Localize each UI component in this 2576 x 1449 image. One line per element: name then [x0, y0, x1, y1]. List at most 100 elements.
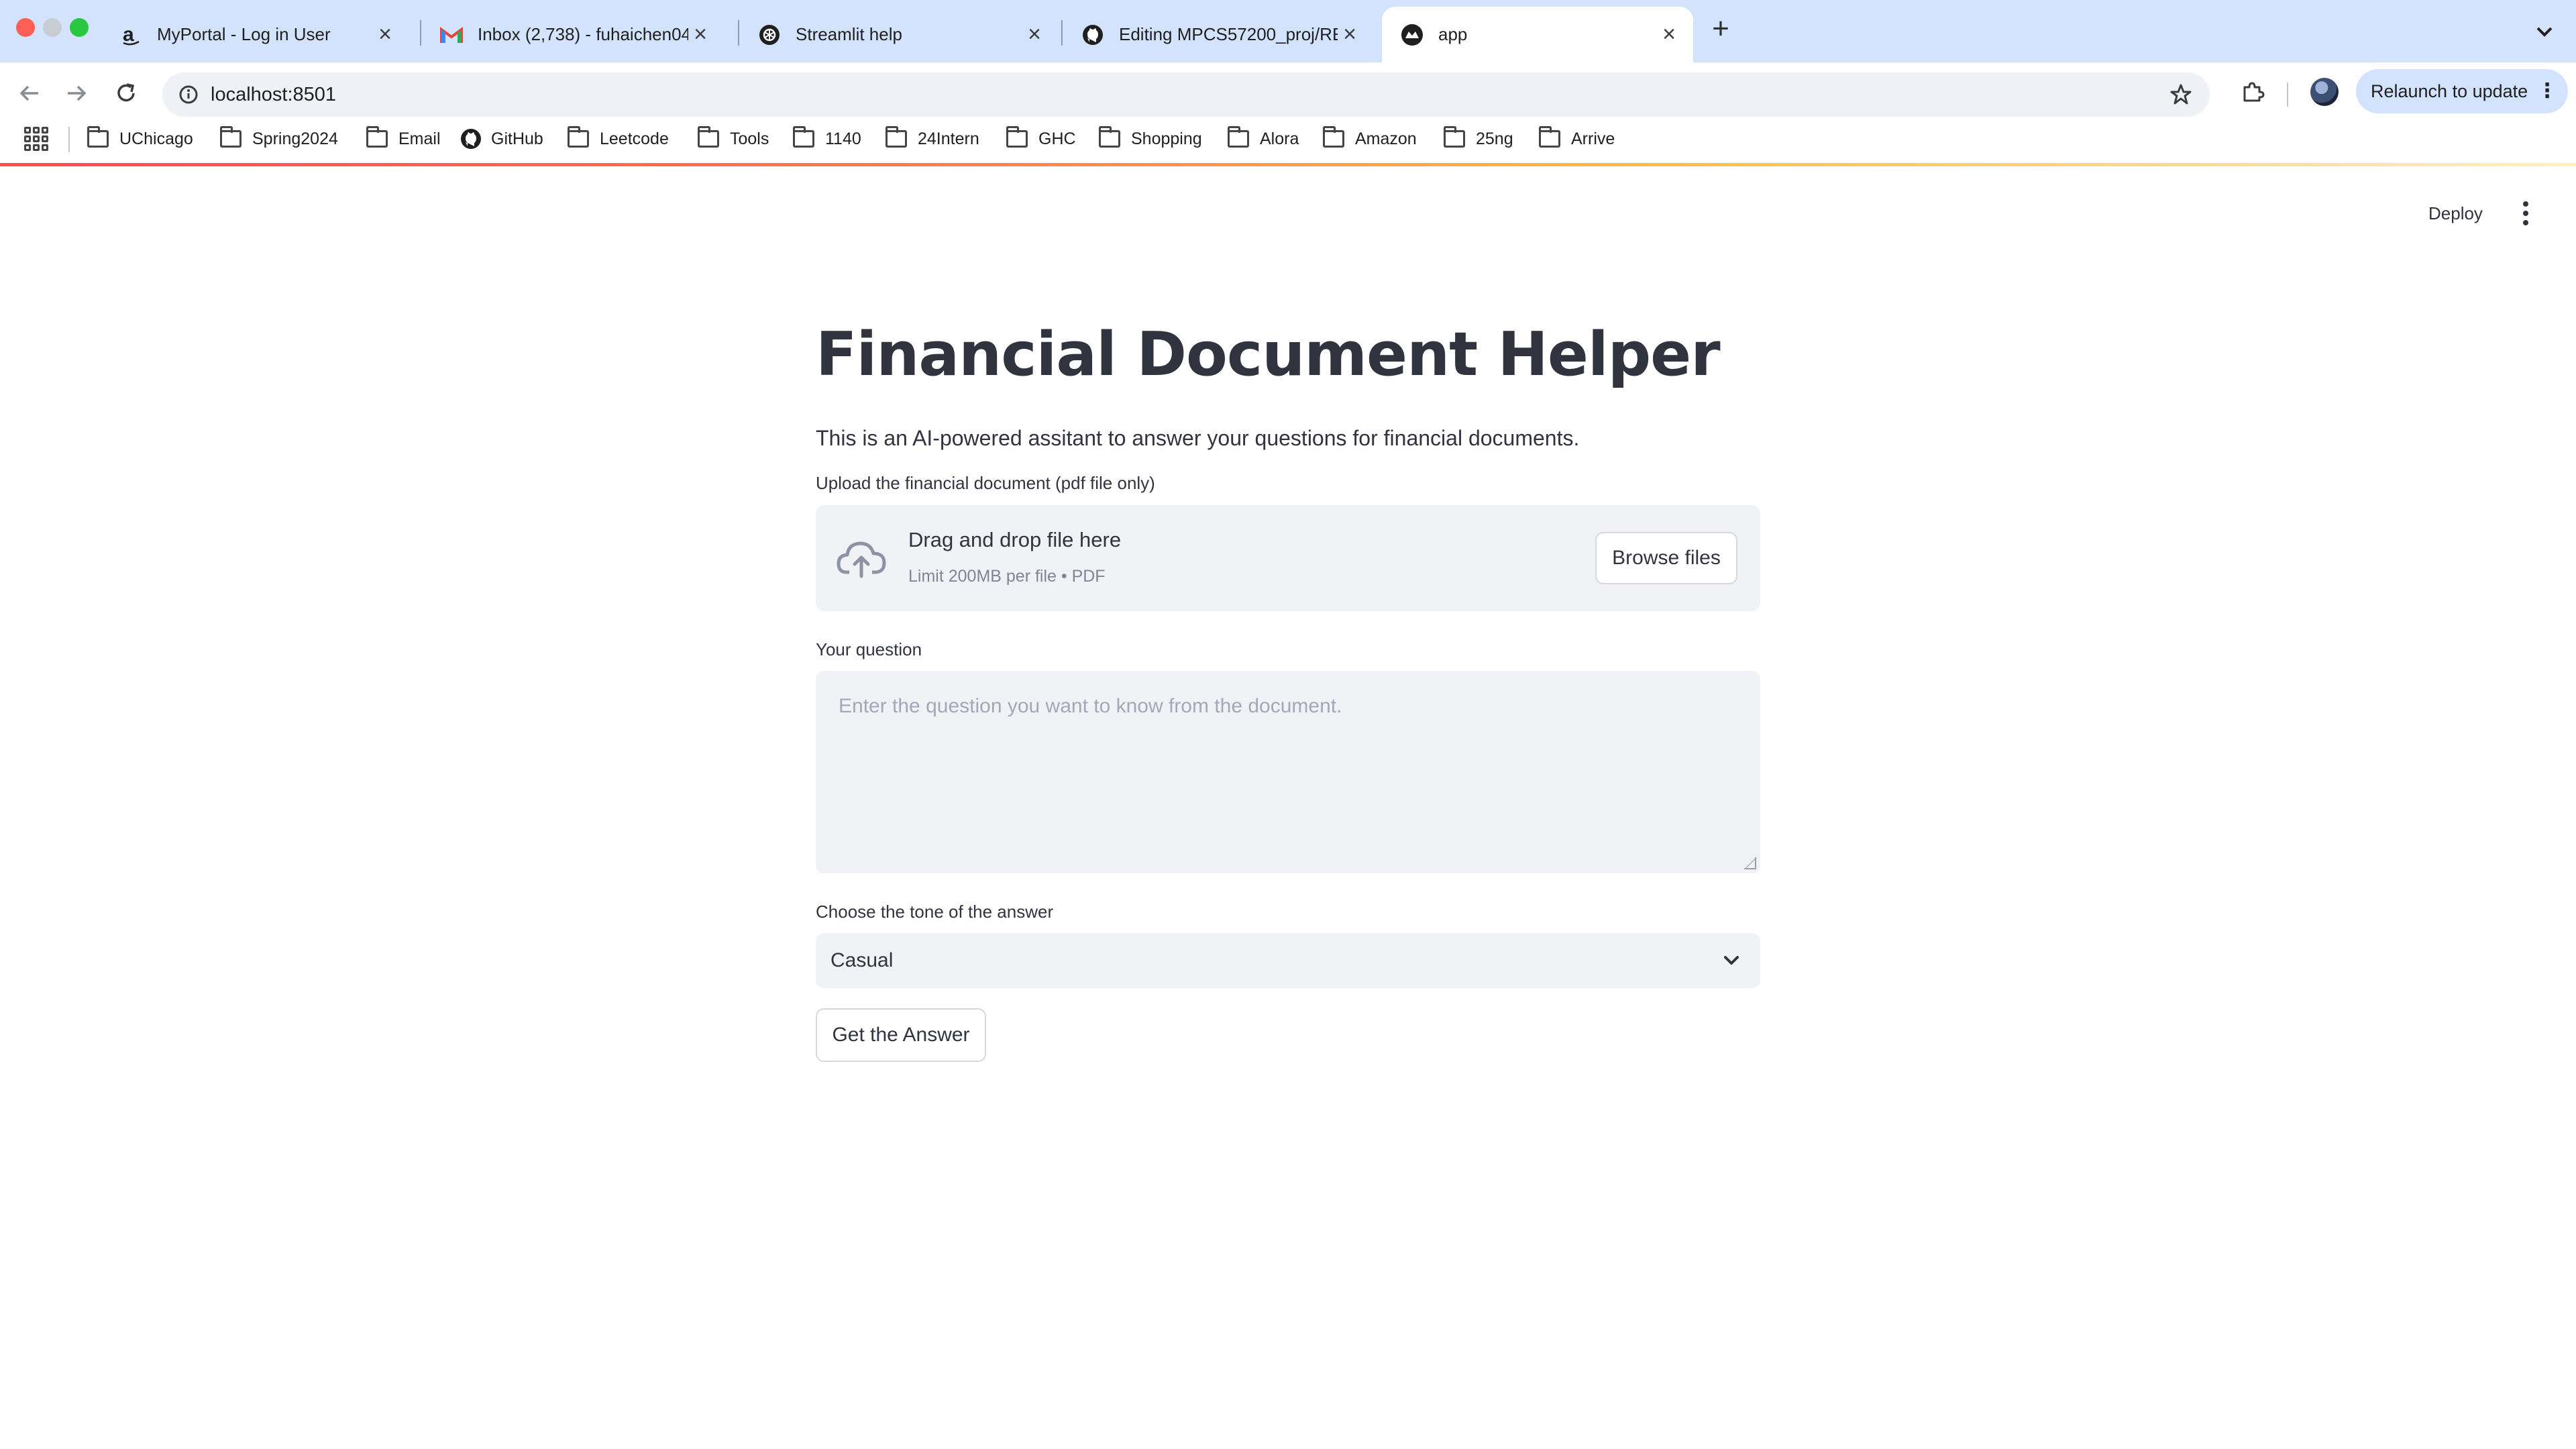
bookmark-25ng[interactable]: 25ng [1444, 121, 1513, 156]
bookmark-label: Email [398, 129, 441, 148]
page-title: Financial Document Helper [816, 319, 1721, 390]
bookmark-label: GitHub [491, 129, 543, 148]
get-answer-button[interactable]: Get the Answer [816, 1008, 986, 1062]
cloud-upload-icon [837, 541, 886, 578]
main-menu-button[interactable] [2509, 195, 2542, 232]
browser-tab-app[interactable]: app × [1382, 7, 1693, 62]
folder-icon [1323, 126, 1344, 148]
bookmark-label: Shopping [1131, 129, 1202, 148]
tab-title: Streamlit help [796, 24, 902, 44]
bookmark-label: Tools [730, 129, 769, 148]
bookmark-24intern[interactable]: 24Intern [885, 121, 979, 156]
bookmark-email[interactable]: Email [366, 121, 441, 156]
menu-dot [2523, 220, 2528, 225]
close-tab-icon[interactable]: × [373, 21, 397, 47]
url-text[interactable]: localhost:8501 [211, 72, 336, 117]
folder-icon [366, 126, 388, 148]
forward-button[interactable] [58, 74, 95, 112]
more-vertical-icon: ⋮ [2537, 80, 2557, 102]
profile-avatar[interactable] [2310, 78, 2339, 106]
tone-select[interactable]: Casual [816, 933, 1760, 988]
close-tab-icon[interactable]: × [1657, 21, 1681, 47]
bookmark-label: 1140 [825, 129, 861, 148]
question-textarea[interactable]: Enter the question you want to know from… [816, 671, 1760, 873]
close-tab-icon[interactable]: × [1022, 21, 1046, 47]
close-tab-icon[interactable]: × [1338, 21, 1362, 47]
folder-icon [220, 126, 241, 148]
bookmark-uchicago[interactable]: UChicago [87, 121, 193, 156]
address-bar[interactable]: localhost:8501 [162, 72, 2210, 117]
bookmark-github[interactable]: GitHub [460, 121, 543, 156]
tab-title: app [1438, 24, 1468, 44]
apps-grid-icon[interactable] [24, 127, 48, 151]
browser-tab-strip: a MyPortal - Log in User × Inbox (2,738)… [0, 0, 2576, 62]
site-info-icon[interactable] [176, 82, 201, 107]
bookmark-spring2024[interactable]: Spring2024 [220, 121, 338, 156]
folder-icon [1099, 126, 1120, 148]
close-window-button[interactable] [16, 18, 35, 37]
tone-label: Choose the tone of the answer [816, 902, 1054, 922]
github-icon [1081, 23, 1104, 46]
folder-icon [1228, 126, 1249, 148]
bookmarks-divider [68, 127, 70, 152]
chevron-down-icon [1724, 956, 1739, 965]
reload-icon [117, 83, 135, 102]
tab-title: MyPortal - Log in User [157, 24, 331, 44]
bookmark-label: Leetcode [600, 129, 669, 148]
browse-files-button[interactable]: Browse files [1595, 532, 1737, 584]
folder-icon [1444, 126, 1465, 148]
close-tab-icon[interactable]: × [688, 21, 712, 47]
svg-text:a: a [123, 23, 134, 46]
upload-label: Upload the financial document (pdf file … [816, 473, 1155, 493]
github-icon [460, 128, 482, 150]
bookmark-arrive[interactable]: Arrive [1539, 121, 1615, 156]
deploy-button[interactable]: Deploy [2415, 195, 2496, 232]
bookmark-label: Amazon [1355, 129, 1417, 148]
openai-icon [758, 23, 781, 46]
dropzone-title: Drag and drop file here [908, 528, 1122, 551]
bookmark-label: Spring2024 [252, 129, 338, 148]
tab-title: Editing MPCS57200_proj/REA [1119, 24, 1338, 44]
back-button[interactable] [11, 74, 48, 112]
folder-icon [568, 126, 589, 148]
bookmark-ghc[interactable]: GHC [1006, 121, 1076, 156]
bookmark-label: Alora [1260, 129, 1299, 148]
bookmark-shopping[interactable]: Shopping [1099, 121, 1202, 156]
bookmark-label: 25ng [1476, 129, 1513, 148]
question-label: Your question [816, 639, 922, 659]
minimize-window-button[interactable] [43, 18, 62, 37]
browser-tab-myportal[interactable]: a MyPortal - Log in User × [101, 7, 409, 62]
bookmarks-bar: UChicago Spring2024 Email GitHub Leetcod… [0, 117, 2576, 160]
streamlit-decoration-bar [0, 163, 2576, 166]
dropzone-limit: Limit 200MB per file • PDF [908, 567, 1106, 586]
bookmark-star-icon[interactable] [2167, 80, 2195, 109]
main-content: Financial Document Helper This is an AI-… [816, 305, 1760, 454]
browser-tab-streamlit-help[interactable]: Streamlit help × [739, 7, 1059, 62]
bookmark-1140[interactable]: 1140 [793, 121, 861, 156]
maximize-window-button[interactable] [70, 18, 89, 37]
toolbar-divider [2287, 83, 2288, 107]
bookmark-leetcode[interactable]: Leetcode [568, 121, 669, 156]
browser-tab-github-editing[interactable]: Editing MPCS57200_proj/REA × [1063, 7, 1374, 62]
bookmark-label: UChicago [119, 129, 193, 148]
folder-icon [1539, 126, 1560, 148]
gmail-icon [440, 23, 463, 46]
bookmark-amazon[interactable]: Amazon [1323, 121, 1417, 156]
extensions-puzzle-icon[interactable] [2234, 72, 2271, 110]
arrow-left-icon [19, 85, 38, 101]
file-dropzone[interactable]: Drag and drop file here Limit 200MB per … [816, 505, 1760, 611]
folder-icon [87, 126, 109, 148]
bookmark-label: Arrive [1571, 129, 1615, 148]
bookmark-tools[interactable]: Tools [698, 121, 769, 156]
tab-title: Inbox (2,738) - fuhaichen041 [478, 24, 688, 44]
bookmark-label: GHC [1038, 129, 1076, 148]
resize-handle-icon[interactable] [1744, 857, 1756, 869]
amazon-a-icon: a [119, 23, 142, 46]
new-tab-button[interactable]: + [1704, 12, 1737, 46]
bookmark-alora[interactable]: Alora [1228, 121, 1299, 156]
menu-dot [2523, 201, 2528, 207]
reload-button[interactable] [107, 74, 145, 112]
relaunch-to-update-button[interactable]: Relaunch to update ⋮ [2356, 69, 2568, 113]
tab-search-chevron-icon[interactable] [2529, 16, 2560, 47]
browser-tab-inbox[interactable]: Inbox (2,738) - fuhaichen041 × [421, 7, 724, 62]
